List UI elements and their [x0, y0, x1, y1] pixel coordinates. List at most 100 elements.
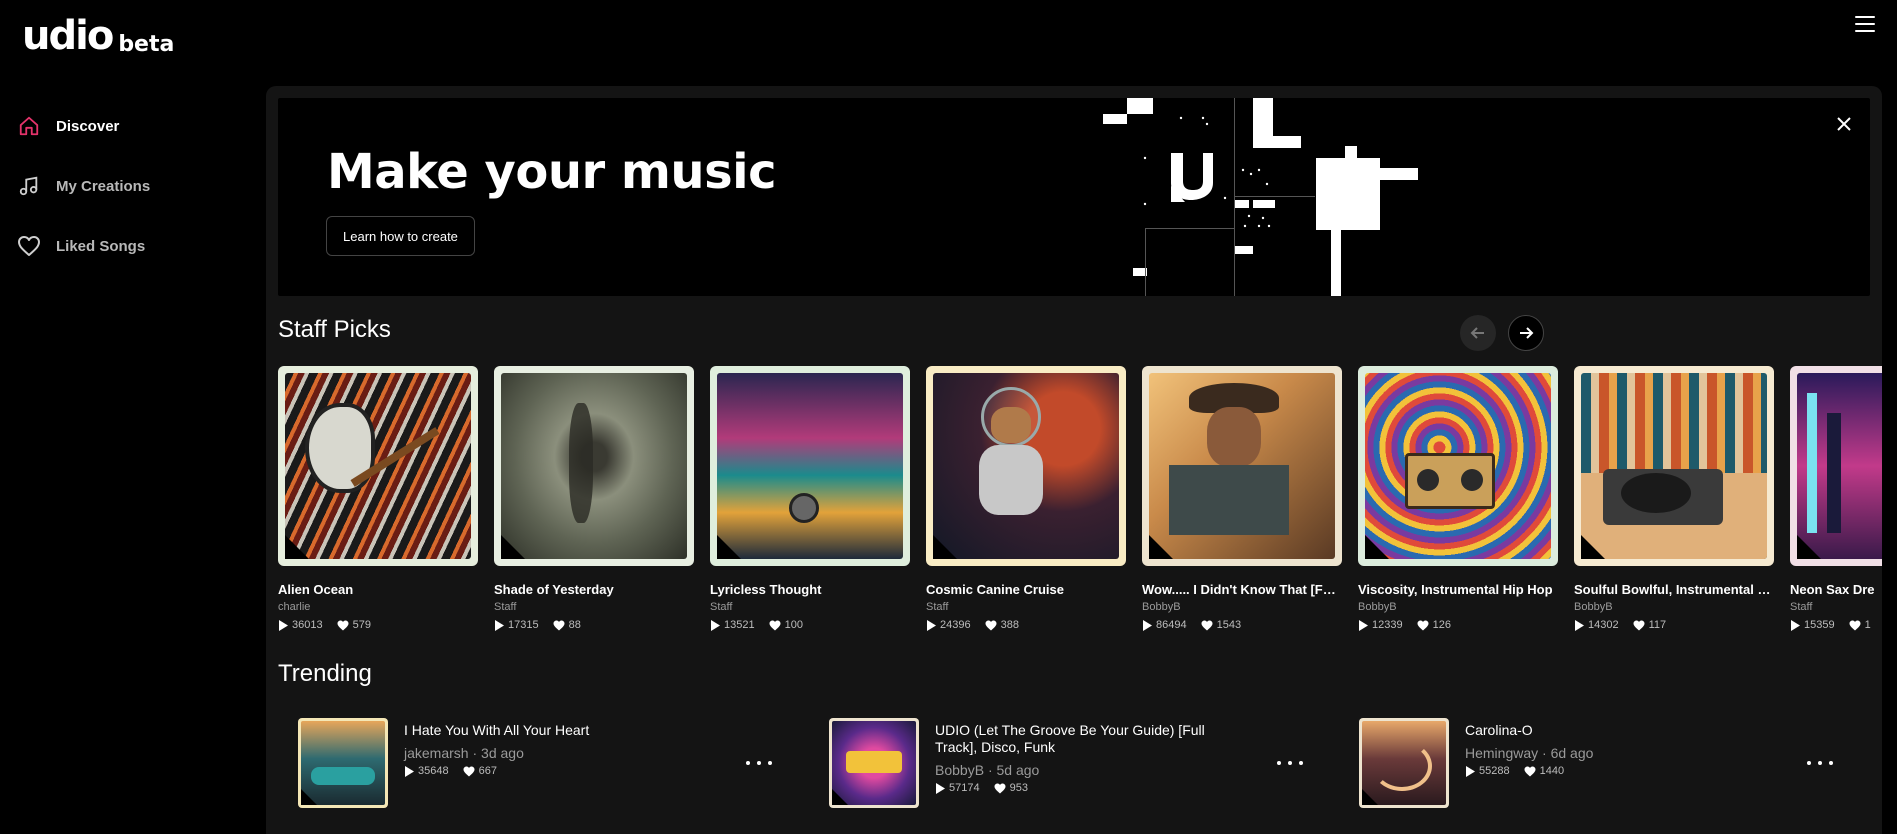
song-cover[interactable] — [1574, 366, 1774, 566]
song-artist[interactable]: BobbyB — [1358, 601, 1558, 613]
more-options-icon[interactable] — [1807, 753, 1833, 773]
play-icon — [1575, 619, 1584, 631]
song-card[interactable]: Shade of Yesterday Staff 17315 88 — [494, 366, 694, 631]
song-title[interactable]: Wow..... I Didn't Know That [Full... — [1142, 582, 1342, 597]
song-stats: 15359 1 — [1790, 619, 1882, 631]
song-card[interactable]: Viscosity, Instrumental Hip Hop BobbyB 1… — [1358, 366, 1558, 631]
logo-beta-tag: beta — [118, 32, 175, 57]
song-artist[interactable]: Staff — [494, 601, 694, 613]
song-cover[interactable] — [278, 366, 478, 566]
heart-icon — [1524, 766, 1536, 776]
song-artist[interactable]: jakemarsh — [404, 745, 469, 761]
logo-wordmark: udio — [22, 13, 114, 59]
song-card[interactable]: Soulful Bowlful, Instrumental Hi... Bobb… — [1574, 366, 1774, 631]
song-cover[interactable] — [1790, 366, 1882, 566]
song-artist[interactable]: BobbyB — [935, 762, 984, 778]
song-stats: 35648 667 — [404, 765, 704, 777]
more-options-icon[interactable] — [746, 753, 772, 773]
song-age: 5d ago — [996, 762, 1040, 778]
udio-corner-icon — [1797, 535, 1821, 559]
like-count: 667 — [478, 765, 497, 777]
play-icon — [1466, 765, 1475, 777]
heart-icon — [1849, 620, 1861, 630]
heart-icon — [337, 620, 349, 630]
song-cover[interactable] — [1142, 366, 1342, 566]
song-meta: jakemarsh · 3d ago — [404, 745, 704, 761]
song-title[interactable]: Carolina-O — [1465, 722, 1765, 739]
play-icon — [927, 619, 936, 631]
heart-icon — [769, 620, 781, 630]
song-artist[interactable]: BobbyB — [1142, 601, 1342, 613]
udio-corner-icon — [1149, 535, 1173, 559]
hero-banner: Make your music Learn how to create — [278, 98, 1870, 296]
song-card[interactable]: Alien Ocean charlie 36013 579 — [278, 366, 478, 631]
udio-logo[interactable]: udio beta — [22, 16, 174, 56]
song-stats: 14302 117 — [1574, 619, 1774, 631]
song-card[interactable]: Lyricless Thought Staff 13521 100 — [710, 366, 910, 631]
song-age: 6d ago — [1550, 745, 1594, 761]
trending-item[interactable]: UDIO (Let The Groove Be Your Guide) [Ful… — [829, 718, 1235, 808]
song-cover[interactable] — [298, 718, 388, 808]
trending-item[interactable]: I Hate You With All Your Heart jakemarsh… — [298, 718, 704, 808]
song-card[interactable]: Cosmic Canine Cruise Staff 24396 388 — [926, 366, 1126, 631]
play-icon — [279, 619, 288, 631]
close-icon[interactable] — [1834, 114, 1854, 134]
play-icon — [495, 619, 504, 631]
heart-icon — [16, 233, 42, 259]
play-icon — [1791, 619, 1800, 631]
song-cover[interactable] — [1358, 366, 1558, 566]
song-artist[interactable]: charlie — [278, 601, 478, 613]
song-title[interactable]: UDIO (Let The Groove Be Your Guide) [Ful… — [935, 722, 1235, 756]
meta-separator: · — [472, 745, 478, 761]
song-cover[interactable] — [710, 366, 910, 566]
song-stats: 86494 1543 — [1142, 619, 1342, 631]
song-title[interactable]: Soulful Bowlful, Instrumental Hi... — [1574, 582, 1774, 597]
like-count: 1 — [1864, 619, 1871, 631]
song-cover[interactable] — [494, 366, 694, 566]
carousel-prev-button[interactable] — [1460, 315, 1496, 351]
sidebar-item-liked-songs[interactable]: Liked Songs — [16, 216, 246, 276]
play-count: 24396 — [940, 619, 971, 631]
song-title[interactable]: Viscosity, Instrumental Hip Hop — [1358, 582, 1558, 597]
heart-icon — [463, 766, 475, 776]
like-count: 117 — [1648, 619, 1667, 631]
more-options-icon[interactable] — [1277, 753, 1303, 773]
song-title[interactable]: Neon Sax Dre — [1790, 582, 1882, 597]
song-artist[interactable]: Staff — [1790, 601, 1882, 613]
song-title[interactable]: Lyricless Thought — [710, 582, 910, 597]
play-icon — [405, 765, 414, 777]
udio-corner-icon — [285, 535, 309, 559]
song-cover[interactable] — [1359, 718, 1449, 808]
song-card[interactable]: Wow..... I Didn't Know That [Full... Bob… — [1142, 366, 1342, 631]
udio-corner-icon — [1365, 535, 1389, 559]
song-card[interactable]: Neon Sax Dre Staff 15359 1 — [1790, 366, 1882, 631]
sidebar-item-my-creations[interactable]: My Creations — [16, 156, 246, 216]
song-title[interactable]: Cosmic Canine Cruise — [926, 582, 1126, 597]
sidebar-item-label: My Creations — [56, 177, 151, 195]
play-count: 15359 — [1804, 619, 1835, 631]
song-cover[interactable] — [926, 366, 1126, 566]
song-artist[interactable]: BobbyB — [1574, 601, 1774, 613]
song-artist[interactable]: Hemingway — [1465, 745, 1538, 761]
hamburger-menu-icon[interactable] — [1855, 16, 1875, 32]
play-icon — [1359, 619, 1368, 631]
heart-icon — [1201, 620, 1213, 630]
carousel-next-button[interactable] — [1508, 315, 1544, 351]
song-meta: Hemingway · 6d ago — [1465, 745, 1765, 761]
heart-icon — [1633, 620, 1645, 630]
play-count: 12339 — [1372, 619, 1403, 631]
sidebar-item-discover[interactable]: Discover — [16, 96, 246, 156]
play-count: 17315 — [508, 619, 539, 631]
like-count: 88 — [568, 619, 581, 631]
heart-icon — [1417, 620, 1429, 630]
learn-how-to-create-button[interactable]: Learn how to create — [326, 216, 475, 256]
trending-item[interactable]: Carolina-O Hemingway · 6d ago 55288 1440 — [1359, 718, 1765, 808]
music-note-icon — [16, 173, 42, 199]
song-title[interactable]: I Hate You With All Your Heart — [404, 722, 704, 739]
song-title[interactable]: Shade of Yesterday — [494, 582, 694, 597]
song-title[interactable]: Alien Ocean — [278, 582, 478, 597]
song-cover[interactable] — [829, 718, 919, 808]
song-artist[interactable]: Staff — [710, 601, 910, 613]
sidebar-item-label: Discover — [56, 117, 120, 135]
song-artist[interactable]: Staff — [926, 601, 1126, 613]
